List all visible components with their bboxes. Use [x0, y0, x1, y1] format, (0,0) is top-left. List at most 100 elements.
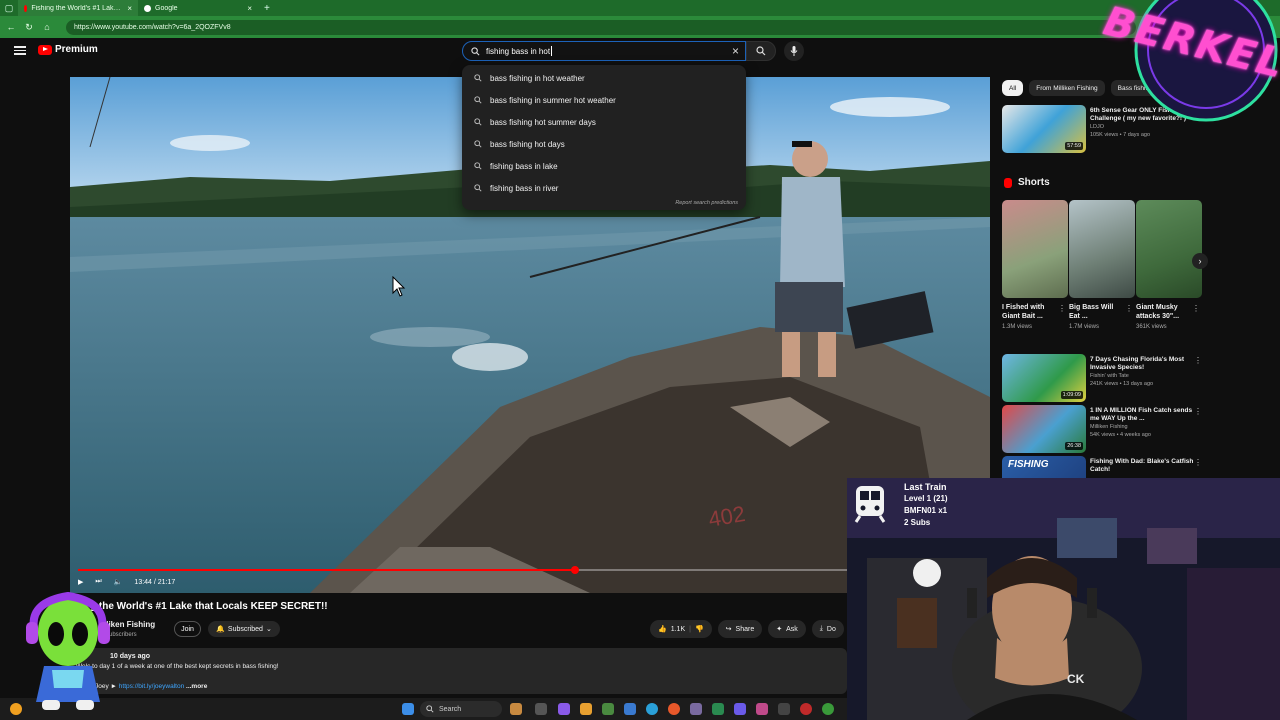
search-icon	[474, 96, 482, 104]
description-link[interactable]: https://bit.ly/joeywalton	[119, 683, 184, 690]
weather-icon[interactable]	[10, 703, 22, 715]
search-input[interactable]: fishing bass in hot ×	[462, 41, 746, 61]
search-suggestions-dropdown: bass fishing in hot weather bass fishing…	[462, 65, 746, 210]
player-controls: ▶ ⏭ 🔈 13:44 / 21:17	[78, 572, 848, 592]
youtube-logo[interactable]: Premium	[38, 44, 98, 55]
chrome-icon[interactable]	[822, 703, 834, 715]
app-icon[interactable]	[712, 703, 724, 715]
suggestion-text: bass fishing in summer hot weather	[490, 95, 616, 105]
suggestion-text: fishing bass in river	[490, 183, 559, 193]
hamburger-menu-icon[interactable]	[14, 44, 26, 56]
search-button[interactable]	[746, 41, 776, 61]
tab-google[interactable]: Google ×	[138, 0, 258, 16]
shorts-next-arrow-icon[interactable]: ›	[1192, 253, 1208, 269]
train-level: Level 1 (21)	[904, 494, 948, 503]
video-thumbnail: 57:59	[1002, 105, 1086, 153]
app-icon[interactable]	[602, 703, 614, 715]
more-options-icon[interactable]: ⋮	[1194, 407, 1202, 416]
suggestion-item[interactable]: fishing bass in river	[462, 177, 746, 199]
app-icon[interactable]	[558, 703, 570, 715]
short-views: 1.7M views	[1069, 324, 1100, 330]
bell-icon: 🔔	[216, 626, 225, 633]
chip-all[interactable]: All	[1002, 80, 1024, 96]
more-options-icon[interactable]: ⋮	[1194, 356, 1202, 365]
windows-start-icon[interactable]	[402, 703, 414, 715]
short-views: 1.3M views	[1002, 324, 1033, 330]
like-button[interactable]: 👍 1.1K | 👎	[650, 620, 712, 638]
recommended-video[interactable]: 1:09:09 7 Days Chasing Florida's Most In…	[1002, 354, 1202, 404]
search-value: fishing bass in hot	[486, 46, 551, 56]
download-button[interactable]: ⤓ Do	[811, 620, 844, 638]
short-item[interactable]: I Fished with Giant Bait ... 1.3M views …	[1002, 200, 1068, 340]
more-options-icon[interactable]: ⋮	[1058, 304, 1066, 313]
search-icon	[756, 46, 766, 56]
short-views: 361K views	[1136, 324, 1167, 330]
report-predictions-link[interactable]: Report search predictions	[675, 200, 738, 206]
edge-icon[interactable]	[646, 703, 658, 715]
video-progress-bar[interactable]	[78, 566, 848, 574]
new-tab-icon[interactable]: +	[258, 3, 276, 14]
app-icon[interactable]	[535, 703, 547, 715]
video-actions: 👍 1.1K | 👎 ↪ Share ✦ Ask ⤓ Do	[650, 620, 844, 638]
taskbar-search[interactable]: Search	[420, 701, 502, 717]
play-icon[interactable]: ▶	[78, 578, 83, 586]
tab-youtube[interactable]: Fishing the World's #1 Lake that Locals …	[18, 0, 138, 16]
recommended-video[interactable]: 26:38 1 IN A MILLION Fish Catch sends me…	[1002, 405, 1202, 455]
app-icon[interactable]	[756, 703, 768, 715]
clear-search-icon[interactable]: ×	[732, 44, 739, 58]
reload-icon[interactable]: ↻	[22, 20, 36, 34]
ask-button[interactable]: ✦ Ask	[768, 620, 806, 638]
home-icon[interactable]: ⌂	[40, 20, 54, 34]
window-menu-icon[interactable]: ▢	[0, 0, 18, 16]
voice-search-button[interactable]	[784, 41, 804, 61]
rec-channel: Fishin' with Tate	[1090, 373, 1129, 379]
suggestion-item[interactable]: bass fishing hot days	[462, 133, 746, 155]
more-options-icon[interactable]: ⋮	[1194, 458, 1202, 467]
tab-close-icon[interactable]: ×	[127, 4, 132, 13]
suggestion-item[interactable]: bass fishing in summer hot weather	[462, 89, 746, 111]
app-icon[interactable]	[624, 703, 636, 715]
youtube-favicon-icon	[24, 4, 28, 12]
thumbs-down-icon[interactable]: 👎	[695, 625, 704, 633]
description-box[interactable]: 10 days ago Welc to day 1 of a week at o…	[72, 648, 847, 694]
taskbar-search-label: Search	[439, 705, 462, 713]
discord-icon[interactable]	[734, 703, 746, 715]
tab-close-icon[interactable]: ×	[247, 4, 252, 13]
suggestion-text: bass fishing in hot weather	[490, 73, 585, 83]
app-icon[interactable]	[778, 703, 790, 715]
more-options-icon[interactable]: ⋮	[1192, 304, 1200, 313]
back-icon[interactable]: ←	[4, 20, 18, 34]
suggestion-item[interactable]: bass fishing in hot weather	[462, 67, 746, 89]
app-icon[interactable]	[510, 703, 522, 715]
share-icon: ↪	[725, 626, 732, 633]
logo-text: Premium	[55, 44, 98, 55]
chip-from-channel[interactable]: From Milliken Fishing	[1029, 80, 1105, 96]
firefox-icon[interactable]	[668, 703, 680, 715]
subscribed-button[interactable]: 🔔 Subscribed ⌄	[208, 621, 280, 637]
join-button[interactable]: Join	[174, 621, 201, 637]
duration-badge: 57:59	[1065, 142, 1083, 150]
suggestion-item[interactable]: fishing bass in lake	[462, 155, 746, 177]
app-icon[interactable]	[690, 703, 702, 715]
url-field[interactable]: https://www.youtube.com/watch?v=6a_2QOZF…	[66, 19, 1136, 35]
address-bar: ← ↻ ⌂ https://www.youtube.com/watch?v=6a…	[0, 16, 1280, 38]
video-title: g the World's #1 Lake that Locals KEEP S…	[90, 601, 328, 612]
next-icon[interactable]: ⏭	[95, 578, 101, 586]
short-thumbnail	[1002, 200, 1068, 298]
ask-label: Ask	[786, 625, 798, 633]
obs-icon[interactable]	[800, 703, 812, 715]
recommended-video[interactable]: FISHING Fishing With Dad: Blake's Catfis…	[1002, 456, 1202, 478]
short-item[interactable]: Giant Musky attacks 30"... 361K views ⋮	[1136, 200, 1202, 340]
suggestion-item[interactable]: bass fishing hot summer days	[462, 111, 746, 133]
share-button[interactable]: ↪ Share	[717, 620, 763, 638]
short-item[interactable]: Big Bass Will Eat ... 1.7M views ⋮	[1069, 200, 1135, 340]
rec-channel: Milliken Fishing	[1090, 424, 1128, 430]
shorts-heading-label: Shorts	[1018, 177, 1050, 188]
shorts-heading: Shorts	[1004, 177, 1050, 188]
share-label: Share	[735, 625, 755, 633]
more-options-icon[interactable]: ⋮	[1125, 304, 1133, 313]
more-link[interactable]: ...more	[186, 683, 207, 690]
file-explorer-icon[interactable]	[580, 703, 592, 715]
volume-icon[interactable]: 🔈	[114, 578, 123, 586]
like-count: 1.1K	[670, 625, 686, 633]
